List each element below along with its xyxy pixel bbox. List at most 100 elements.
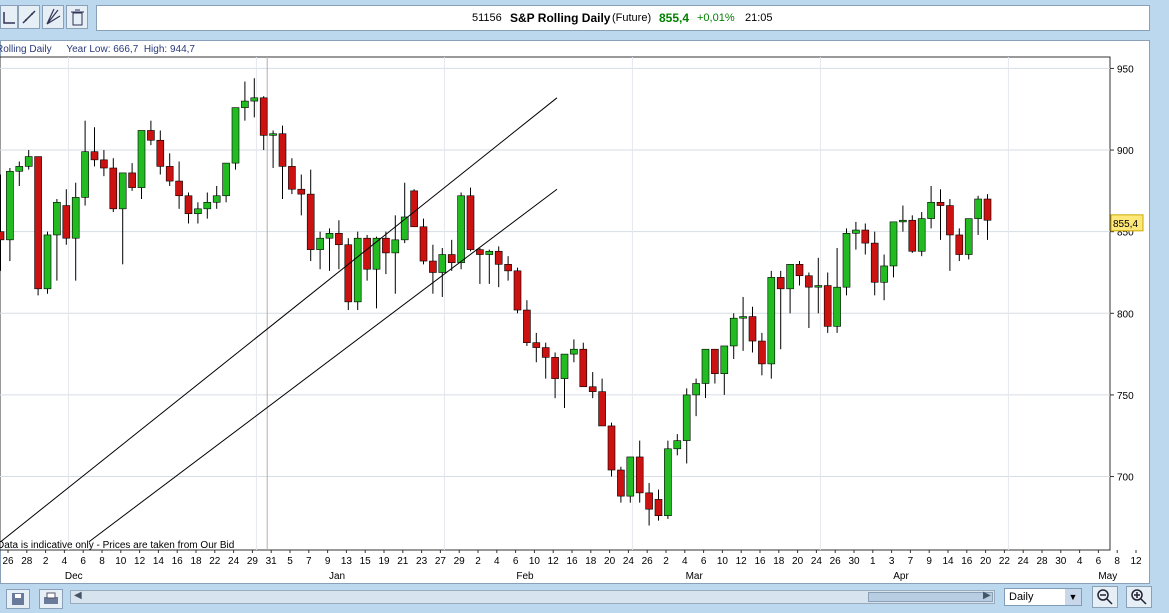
candle-body[interactable] [598, 391, 606, 427]
candle-body[interactable] [692, 383, 700, 396]
candle-body[interactable] [0, 231, 5, 241]
candle-body[interactable] [250, 97, 259, 102]
candle-body[interactable] [109, 167, 118, 210]
candle-body[interactable] [664, 448, 672, 517]
candle-body[interactable] [90, 151, 99, 161]
candle-body[interactable] [147, 130, 155, 141]
candle-body[interactable] [889, 221, 898, 267]
candle-body[interactable] [852, 229, 860, 234]
candle-body[interactable] [128, 172, 136, 188]
candle-body[interactable] [6, 170, 14, 241]
candle-body[interactable] [983, 198, 992, 221]
candle-body[interactable] [118, 172, 127, 210]
candle-body[interactable] [833, 286, 841, 327]
candle-body[interactable] [532, 342, 541, 348]
candle-body[interactable] [278, 133, 287, 167]
candle-body[interactable] [805, 275, 813, 288]
scroll-right-icon[interactable]: ▶ [983, 590, 991, 601]
candle-body[interactable] [156, 139, 165, 167]
candle-body[interactable] [344, 244, 353, 303]
candle-body[interactable] [654, 499, 663, 517]
candle-body[interactable] [372, 237, 381, 270]
candle-body[interactable] [203, 201, 212, 210]
candle-body[interactable] [880, 265, 888, 283]
candle-body[interactable] [776, 277, 785, 290]
candle-body[interactable] [269, 133, 277, 136]
candle-body[interactable] [607, 425, 616, 471]
candle-body[interactable] [175, 180, 183, 197]
candle-body[interactable] [288, 166, 296, 190]
candle-body[interactable] [43, 234, 52, 290]
candle-body[interactable] [165, 166, 174, 182]
candle-body[interactable] [222, 162, 230, 197]
candle-body[interactable] [137, 130, 146, 188]
candle-body[interactable] [62, 205, 71, 239]
candle-body[interactable] [673, 440, 682, 450]
save-button[interactable] [6, 589, 30, 609]
candlestick-chart[interactable]: 70075080085090095026 28 2 4 6 8 10 12 14 16 18 22 24… [0, 0, 1169, 584]
candle-body[interactable] [438, 254, 447, 273]
candle-body[interactable] [400, 216, 409, 241]
candle-body[interactable] [823, 285, 832, 327]
candle-body[interactable] [870, 242, 879, 283]
candle-body[interactable] [758, 340, 766, 365]
candle-body[interactable] [382, 237, 390, 254]
candle-body[interactable] [974, 198, 982, 219]
candle-body[interactable] [476, 249, 484, 255]
candle-body[interactable] [551, 357, 559, 379]
candle-body[interactable] [908, 219, 917, 252]
candle-body[interactable] [24, 156, 33, 167]
candle-body[interactable] [485, 250, 494, 255]
candle-body[interactable] [81, 151, 89, 198]
scroll-thumb[interactable] [868, 592, 993, 602]
candle-body[interactable] [617, 469, 625, 497]
candle-body[interactable] [419, 226, 428, 262]
candle-body[interactable] [523, 309, 531, 343]
candle-body[interactable] [767, 277, 776, 365]
zoom-in-button[interactable] [1126, 586, 1152, 608]
candle-body[interactable] [363, 237, 371, 270]
candle-body[interactable] [588, 386, 597, 392]
candle-body[interactable] [541, 347, 550, 358]
candle-body[interactable] [241, 100, 249, 108]
candle-body[interactable] [842, 233, 851, 288]
candle-body[interactable] [720, 345, 729, 374]
candle-body[interactable] [560, 353, 569, 379]
candle-body[interactable] [212, 195, 221, 203]
candle-body[interactable] [936, 201, 945, 206]
candle-body[interactable] [457, 195, 465, 263]
candle-body[interactable] [579, 348, 588, 388]
candle-body[interactable] [927, 201, 935, 219]
candle-body[interactable] [739, 316, 747, 319]
candle-body[interactable] [466, 195, 475, 250]
candle-body[interactable] [645, 492, 653, 510]
candle-body[interactable] [682, 394, 691, 441]
candle-body[interactable] [53, 201, 61, 236]
candle-body[interactable] [34, 156, 42, 290]
candle-body[interactable] [231, 107, 240, 164]
candle-body[interactable] [711, 348, 719, 374]
candle-body[interactable] [786, 264, 794, 290]
period-select[interactable]: Daily ▼ [1004, 588, 1082, 606]
candle-body[interactable] [729, 317, 738, 347]
candle-body[interactable] [71, 197, 80, 239]
candle-body[interactable] [748, 316, 757, 342]
zoom-out-button[interactable] [1092, 586, 1118, 608]
candle-body[interactable] [504, 264, 512, 272]
candle-body[interactable] [861, 229, 870, 244]
candle-body[interactable] [259, 97, 268, 136]
scroll-left-icon[interactable]: ◀ [74, 590, 82, 601]
candle-body[interactable] [964, 218, 973, 255]
candle-body[interactable] [391, 239, 400, 254]
candle-body[interactable] [946, 205, 954, 236]
candle-body[interactable] [410, 190, 418, 228]
candle-body[interactable] [513, 270, 522, 311]
candle-body[interactable] [100, 159, 108, 169]
candle-body[interactable] [316, 237, 324, 250]
candle-body[interactable] [335, 233, 343, 246]
candle-body[interactable] [429, 260, 437, 273]
candle-body[interactable] [15, 166, 24, 172]
candle-body[interactable] [626, 456, 635, 497]
candle-body[interactable] [297, 188, 306, 195]
candle-body[interactable] [814, 285, 823, 288]
